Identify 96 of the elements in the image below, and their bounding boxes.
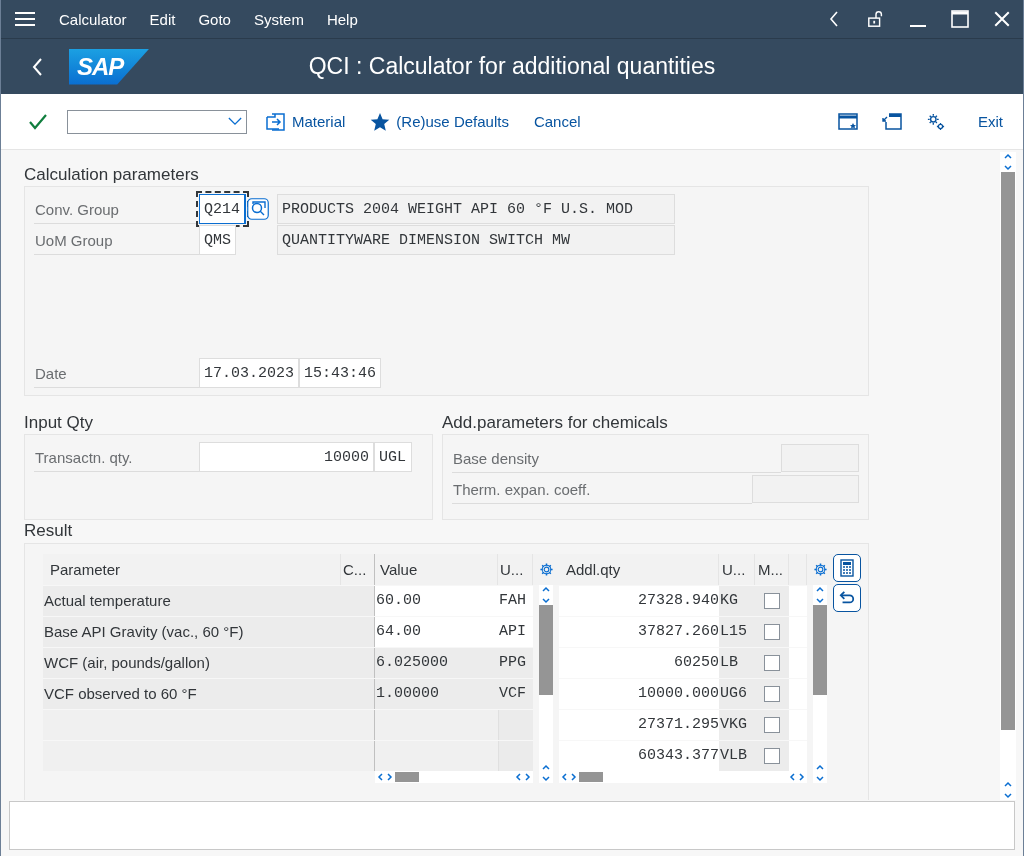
column-header[interactable]: Addl.qty [559,554,719,585]
settings-icon[interactable] [812,562,828,577]
scroll-thumb[interactable] [395,772,419,782]
exit-button[interactable]: Exit [978,109,1003,134]
description-field: QUANTITYWARE DIMENSION SWITCH MW [277,225,675,255]
column-header[interactable]: Value [375,554,498,585]
section-title: Add.parameters for chemicals [442,412,669,434]
toolbar-button[interactable]: Material [266,107,346,136]
logo: SAP [69,48,150,85]
window-arrows-icon[interactable] [882,112,902,131]
checkbox[interactable] [764,593,780,609]
table-cell: VCF observed to 60 °F [43,679,341,709]
checkbox[interactable] [764,655,780,671]
table-cell: L15 [719,617,755,647]
close-icon[interactable] [993,10,1011,28]
menu-item[interactable]: System [253,10,304,28]
menu-item[interactable]: Help [326,10,358,28]
horizontal-scrollbar[interactable] [559,771,807,783]
field-label: Base density [452,442,781,473]
menu-item[interactable]: Goto [198,10,231,28]
table-cell: PPG [498,648,533,678]
section-title: Input Qty [24,412,94,434]
scroll-arrows-icon[interactable] [377,772,393,782]
column-header[interactable]: C... [341,554,375,585]
date-field[interactable]: 17.03.2023 [199,358,299,388]
table-cell: FAH [498,586,533,616]
checkmark-icon[interactable] [29,113,47,130]
table-cell: Base API Gravity (vac., 60 °F) [43,617,341,647]
table-cell: 60343.377 [559,741,719,771]
scroll-arrows-icon[interactable] [815,763,825,783]
gears-icon[interactable] [926,112,946,131]
unit-field[interactable]: UGL [374,442,412,472]
table-cell: WCF (air, pounds/gallon) [43,648,341,678]
vertical-scrollbar[interactable] [1000,152,1016,800]
column-header[interactable]: M... [755,554,789,585]
table-cell: VKG [719,710,755,740]
table-cell: UG6 [719,679,755,709]
toolbar-button[interactable]: (Re)use Defaults [370,107,509,136]
time-field[interactable]: 15:43:46 [299,358,382,388]
scroll-arrows-icon[interactable] [561,772,577,782]
checkbox[interactable] [764,686,780,702]
scroll-arrows-icon[interactable] [1003,780,1013,800]
checkbox[interactable] [764,717,780,733]
table-cell: VLB [719,741,755,771]
undo-button[interactable] [833,584,861,612]
calculator-button[interactable] [833,554,861,582]
transfer-icon [266,111,286,132]
table-cell: LB [719,648,755,678]
command-field[interactable] [67,109,247,134]
window-title: QCI : Calculator for additional quantities [308,53,716,80]
section-title: Calculation parameters [24,164,200,186]
calculator-icon [839,559,855,577]
table-cell: KG [719,586,755,616]
table-cell: 37827.260 [559,617,719,647]
column-header[interactable]: Parameter [43,554,341,585]
table-cell: 27328.940 [559,586,719,616]
table-cell: API [498,617,533,647]
star-icon [370,111,391,132]
table-cell: Actual temperature [43,586,341,616]
menu-icon[interactable] [15,11,35,27]
table-cell[interactable]: 60.00 [375,586,498,616]
vertical-scrollbar[interactable] [813,585,827,783]
checkbox[interactable] [764,748,780,764]
table-cell: 6.025000 [375,648,498,678]
scroll-arrows-icon[interactable] [541,585,551,605]
search-icon[interactable] [247,198,269,220]
scroll-arrows-icon[interactable] [815,585,825,605]
vertical-scrollbar[interactable] [539,585,553,783]
settings-icon[interactable] [538,562,554,577]
toolbar-button[interactable]: Cancel [533,109,581,134]
menu-item[interactable]: Edit [149,10,176,28]
caret-icon [228,117,242,126]
description-field: PRODUCTS 2004 WEIGHT API 60 °F U.S. MOD [277,194,675,224]
input-field[interactable]: 10000 [199,442,374,472]
table-cell: 27371.295 [559,710,719,740]
scroll-arrows-icon[interactable] [789,772,805,782]
table-cell: 60250 [559,648,719,678]
back-icon[interactable] [31,56,43,77]
checkbox[interactable] [764,624,780,640]
field-label: Therm. expan. coeff. [452,473,752,504]
unlocked-padlock-icon[interactable] [867,10,885,28]
scroll-thumb[interactable] [579,772,603,782]
scroll-arrows-icon[interactable] [1003,152,1013,172]
scroll-arrows-icon[interactable] [515,772,531,782]
maximize-icon[interactable] [951,10,969,28]
table-cell: 1.00000 [375,679,498,709]
input-field[interactable]: Q214 [199,194,246,224]
horizontal-scrollbar[interactable] [375,771,533,783]
scroll-arrows-icon[interactable] [541,763,551,783]
menu-item[interactable]: Calculator [59,10,127,28]
table-cell[interactable]: 64.00 [375,617,498,647]
input-field[interactable]: QMS [199,225,236,255]
table-cell: 10000.000 [559,679,719,709]
table-cell: VCF [498,679,533,709]
column-header[interactable]: U... [719,554,755,585]
section-title: Result [24,520,74,542]
